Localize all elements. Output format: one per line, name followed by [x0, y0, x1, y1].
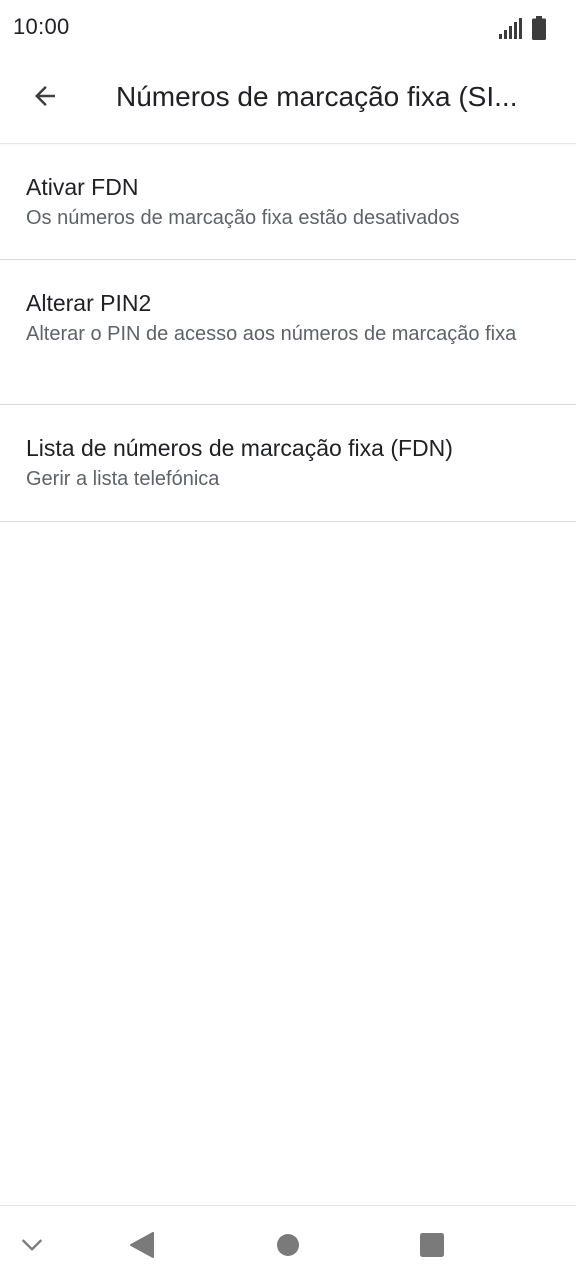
nav-hide-button[interactable]: [8, 1206, 56, 1282]
app-bar: Números de marcação fixa (SI...: [0, 54, 576, 144]
pref-item-change-pin2[interactable]: Alterar PIN2 Alterar o PIN de acesso aos…: [0, 260, 576, 405]
status-bar: 10:00: [0, 0, 576, 54]
navigation-bar: [0, 1205, 576, 1282]
pref-item-title: Lista de números de marcação fixa (FDN): [26, 435, 453, 461]
pref-item-summary: Gerir a lista telefónica: [26, 468, 220, 490]
pref-item-title: Alterar PIN2: [26, 290, 152, 316]
pref-item-enable-fdn[interactable]: Ativar FDN Os números de marcação fixa e…: [0, 144, 576, 260]
back-triangle-icon: [129, 1231, 155, 1259]
preference-list: Ativar FDN Os números de marcação fixa e…: [0, 144, 576, 522]
pref-item-summary: Os números de marcação fixa estão desati…: [26, 207, 460, 229]
pref-item-summary: Alterar o PIN de acesso aos números de m…: [26, 323, 517, 345]
nav-home-button[interactable]: [264, 1206, 312, 1282]
chevron-down-icon: [19, 1232, 45, 1258]
status-time: 10:00: [13, 14, 70, 39]
battery-icon: [532, 16, 546, 40]
nav-back-button[interactable]: [118, 1206, 166, 1282]
back-button[interactable]: [17, 70, 73, 126]
screen: 10:00 Números de marcação fixa (SI... At…: [0, 0, 576, 1282]
nav-recents-button[interactable]: [408, 1206, 456, 1282]
signal-icon: [498, 18, 522, 40]
home-circle-icon: [276, 1233, 300, 1257]
pref-item-fdn-list[interactable]: Lista de números de marcação fixa (FDN) …: [0, 405, 576, 522]
recents-square-icon: [420, 1232, 444, 1257]
page-title: Números de marcação fixa (SI...: [116, 81, 518, 112]
pref-item-title: Ativar FDN: [26, 174, 139, 200]
arrow-back-icon: [30, 81, 60, 116]
status-icons: [498, 14, 546, 40]
